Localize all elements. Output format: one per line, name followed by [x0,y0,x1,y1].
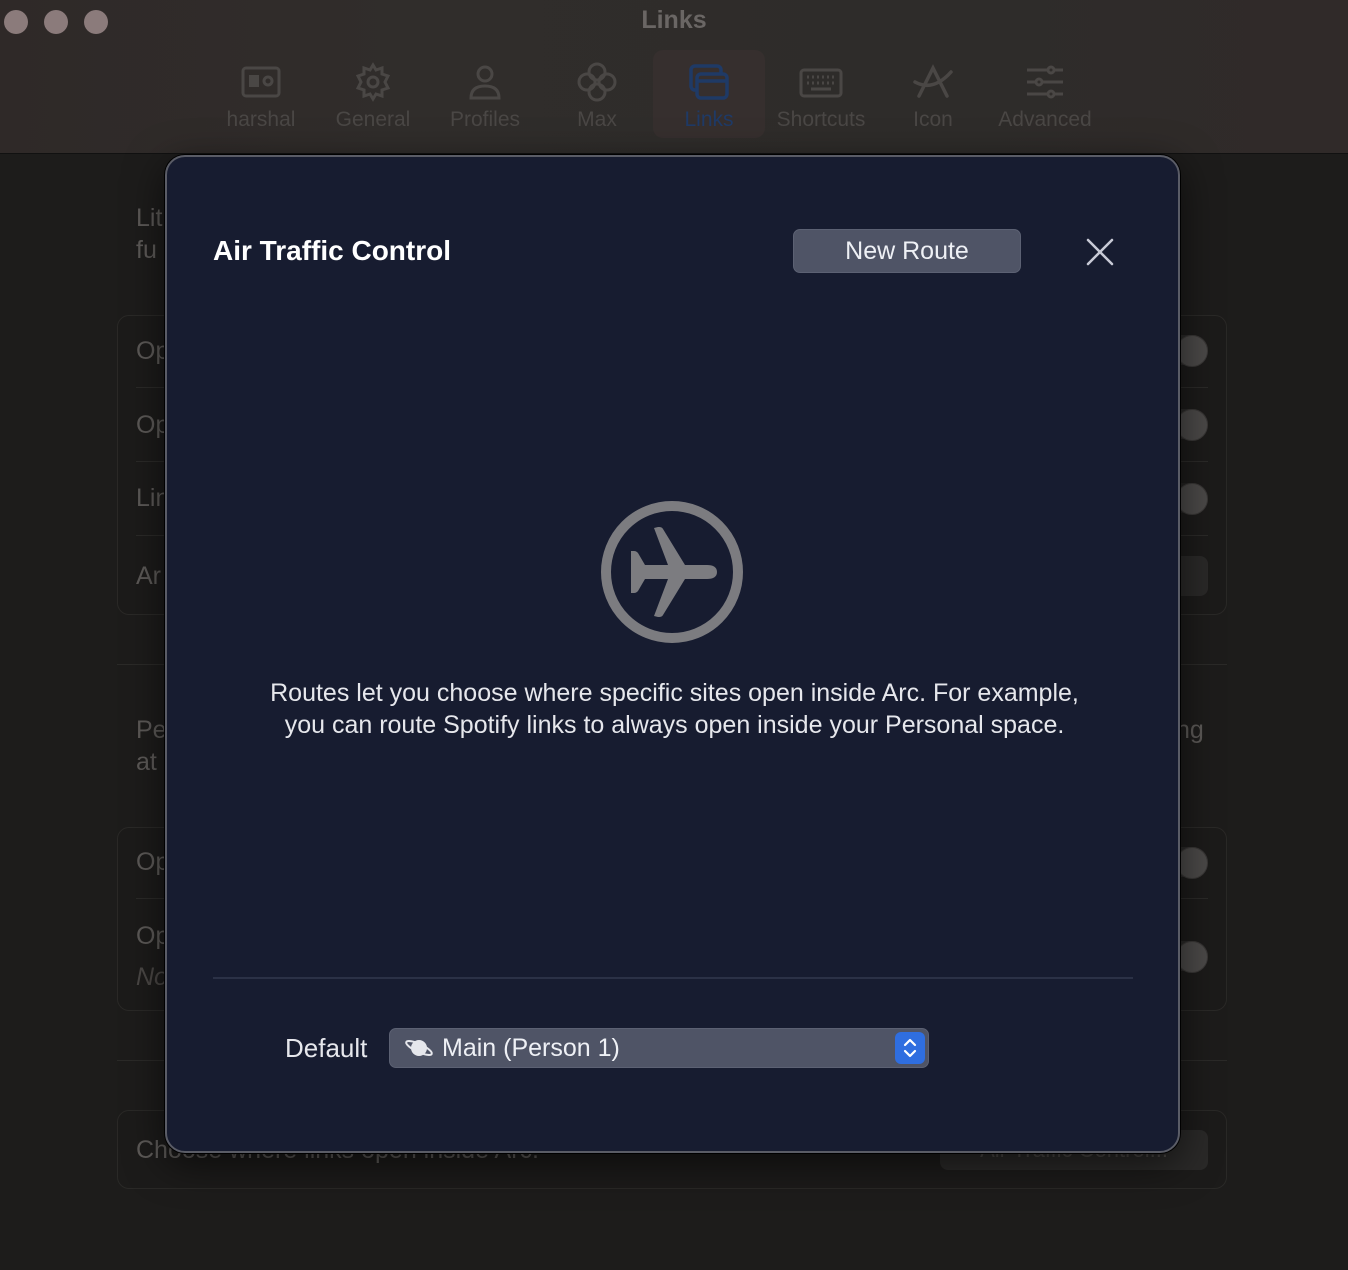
windows-icon [689,64,729,100]
tab-label: Advanced [998,108,1092,131]
keyboard-icon [799,68,843,98]
tab-label: Links [684,108,734,131]
intro-text-line-1: Lit [136,204,163,232]
contact-card-icon [241,66,281,98]
tab-links[interactable]: Links [653,50,765,138]
sheet-divider [213,977,1133,979]
default-space-select[interactable]: Main (Person 1) [389,1028,929,1068]
preferences-tabs: harshal General Profiles Max Links Short… [205,50,1101,138]
tab-general[interactable]: General [317,50,429,138]
section2-text-line-2: at [136,748,157,776]
tab-label: Profiles [449,108,521,131]
gear-icon [355,62,391,102]
tab-label: Shortcuts [776,108,866,131]
sheet-title: Air Traffic Control [213,235,452,266]
tab-max[interactable]: Max [541,50,653,138]
setting-row-subtext: No [136,963,168,991]
default-space-value: Main (Person 1) [442,1033,620,1062]
tab-shortcuts[interactable]: Shortcuts [765,50,877,138]
intro-text-line-2: fu [136,236,157,264]
default-label: Default [285,1033,368,1063]
planet-icon [405,1040,433,1056]
sliders-icon [1027,65,1063,99]
arc-logo-icon [913,64,953,98]
section2-text-tail: ng [1176,716,1204,744]
chevron-up-down-icon [903,1038,917,1058]
close-button[interactable] [1083,235,1117,269]
tab-icon[interactable]: Icon [877,50,989,138]
close-icon [1086,238,1114,266]
person-icon [469,65,501,100]
tab-label: Icon [913,108,953,131]
section2-text-line-1: Pe [136,716,167,744]
title-bar: Links harshal General Profiles Max Links… [0,0,1348,154]
setting-row-label: Ar [136,562,161,590]
airplane-circle-icon [601,501,743,643]
air-traffic-control-sheet: Air Traffic Control New Route Routes let… [165,155,1180,1153]
new-route-button[interactable]: New Route [793,229,1021,273]
tab-harshal[interactable]: harshal [205,50,317,138]
select-stepper[interactable] [895,1032,925,1064]
tab-label: General [335,108,411,131]
tab-profiles[interactable]: Profiles [429,50,541,138]
routes-description: Routes let you choose where specific sit… [270,679,1079,739]
tab-label: harshal [226,108,296,131]
max-flower-icon [577,62,617,102]
tab-advanced[interactable]: Advanced [989,50,1101,138]
window-title: Links [641,6,707,34]
tab-label: Max [577,108,617,131]
